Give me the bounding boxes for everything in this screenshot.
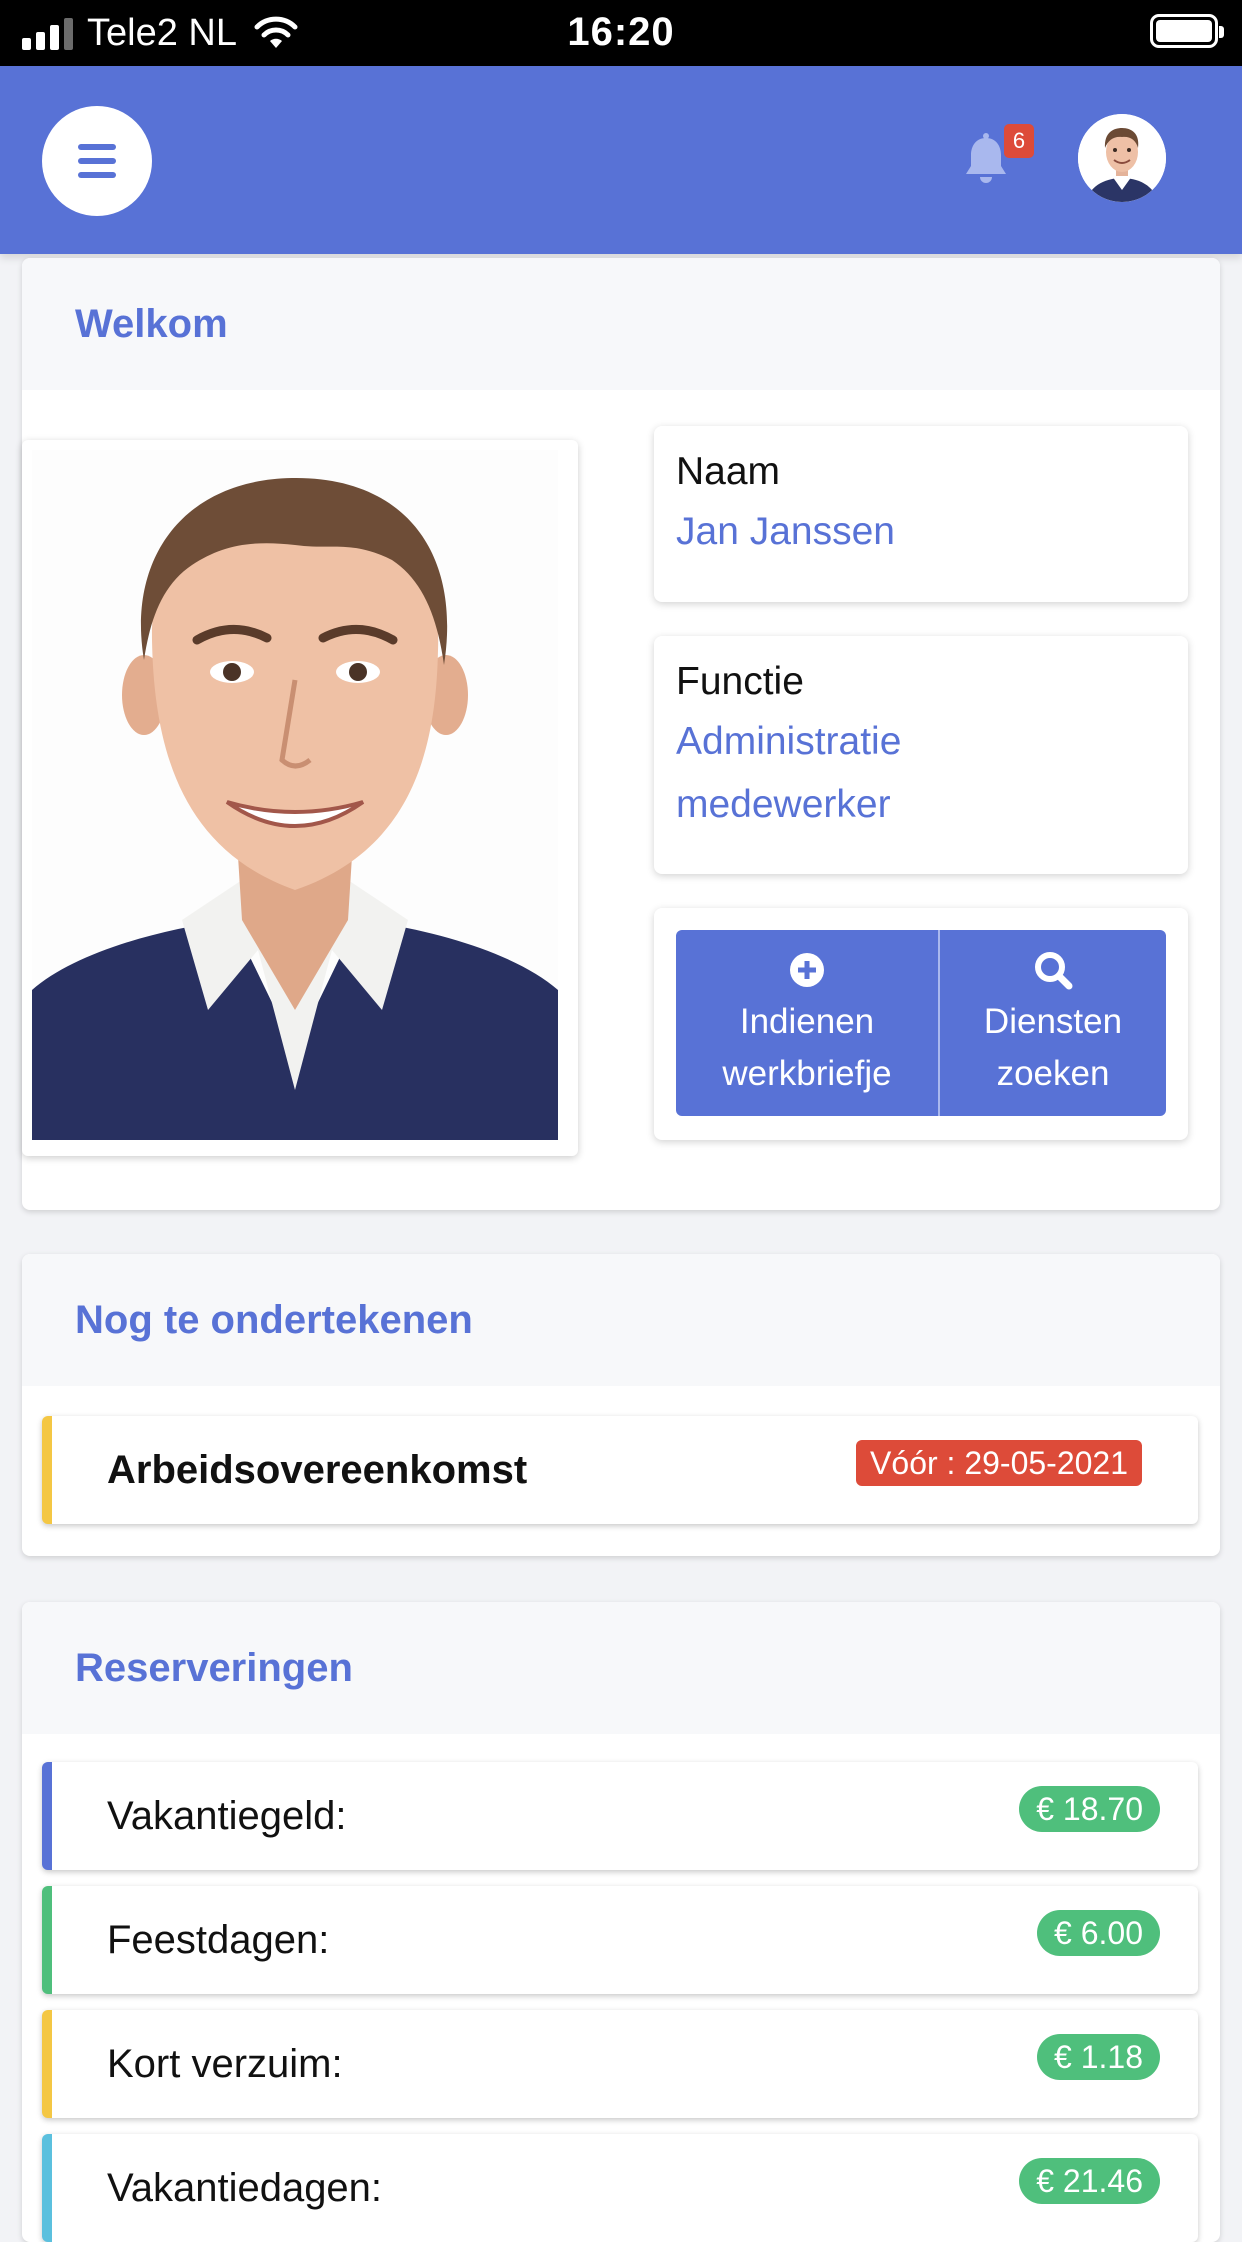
hamburger-icon-bar	[78, 144, 116, 150]
name-value: Jan Janssen	[676, 510, 895, 553]
status-bar: Tele2 NL 16:20	[0, 0, 1242, 66]
function-box: Functie Administratie medewerker	[654, 636, 1188, 874]
submit-worksheet-label: werkbriefje	[722, 1054, 892, 1093]
menu-button[interactable]	[42, 106, 152, 216]
reservations-card: Reserveringen Vakantiegeld: € 18.70 Fees…	[22, 1602, 1220, 2242]
amount-badge: € 21.46	[1019, 2158, 1160, 2204]
reservations-title: Reserveringen	[22, 1602, 1220, 1734]
avatar[interactable]	[1078, 114, 1166, 202]
search-icon	[1035, 952, 1073, 990]
submit-worksheet-label: Indienen	[739, 1002, 875, 1041]
notification-badge: 6	[1004, 124, 1034, 158]
search-shifts-label: zoeken	[996, 1054, 1110, 1093]
profile-photo	[32, 450, 558, 1140]
top-navbar: 6	[0, 66, 1242, 254]
to-sign-card: Nog te ondertekenen Arbeidsovereenkomst …	[22, 1254, 1220, 1556]
amount-badge: € 18.70	[1019, 1786, 1160, 1832]
reservation-label: Kort verzuim:	[107, 2042, 343, 2086]
list-item: Vakantiegeld: € 18.70	[42, 1762, 1198, 1870]
to-sign-title: Nog te ondertekenen	[22, 1254, 1220, 1386]
plus-circle-icon	[790, 953, 824, 987]
hamburger-icon-bar	[78, 172, 116, 178]
search-shifts-button[interactable]: Diensten zoeken	[940, 930, 1166, 1116]
profile-photo-frame	[22, 440, 578, 1156]
reservation-label: Vakantiedagen:	[107, 2166, 383, 2210]
function-value-line: medewerker	[676, 783, 891, 826]
list-item[interactable]: Arbeidsovereenkomst Vóór : 29-05-2021	[42, 1416, 1198, 1524]
button-divider	[938, 930, 940, 1116]
function-label: Functie	[676, 660, 804, 703]
list-item: Vakantiedagen: € 21.46	[42, 2134, 1198, 2242]
deadline-badge: Vóór : 29-05-2021	[856, 1440, 1142, 1486]
function-value: Administratie medewerker	[676, 710, 1166, 836]
hamburger-icon-bar	[78, 158, 116, 164]
reservation-label: Vakantiegeld:	[107, 1794, 347, 1838]
list-item: Feestdagen: € 6.00	[42, 1886, 1198, 1994]
name-box: Naam Jan Janssen	[654, 426, 1188, 602]
amount-badge: € 6.00	[1037, 1910, 1160, 1956]
bell-icon[interactable]	[962, 132, 1010, 188]
status-time: 16:20	[567, 10, 675, 54]
document-name: Arbeidsovereenkomst	[107, 1448, 528, 1492]
list-item: Kort verzuim: € 1.18	[42, 2010, 1198, 2118]
submit-worksheet-button[interactable]: Indienen werkbriefje	[676, 930, 938, 1116]
welcome-title: Welkom	[22, 258, 1220, 390]
name-label: Naam	[676, 450, 781, 493]
function-value-line: Administratie	[676, 720, 902, 763]
amount-badge: € 1.18	[1037, 2034, 1160, 2080]
reservation-label: Feestdagen:	[107, 1918, 330, 1962]
search-shifts-label: Diensten	[983, 1002, 1123, 1041]
battery-icon	[1150, 14, 1224, 48]
